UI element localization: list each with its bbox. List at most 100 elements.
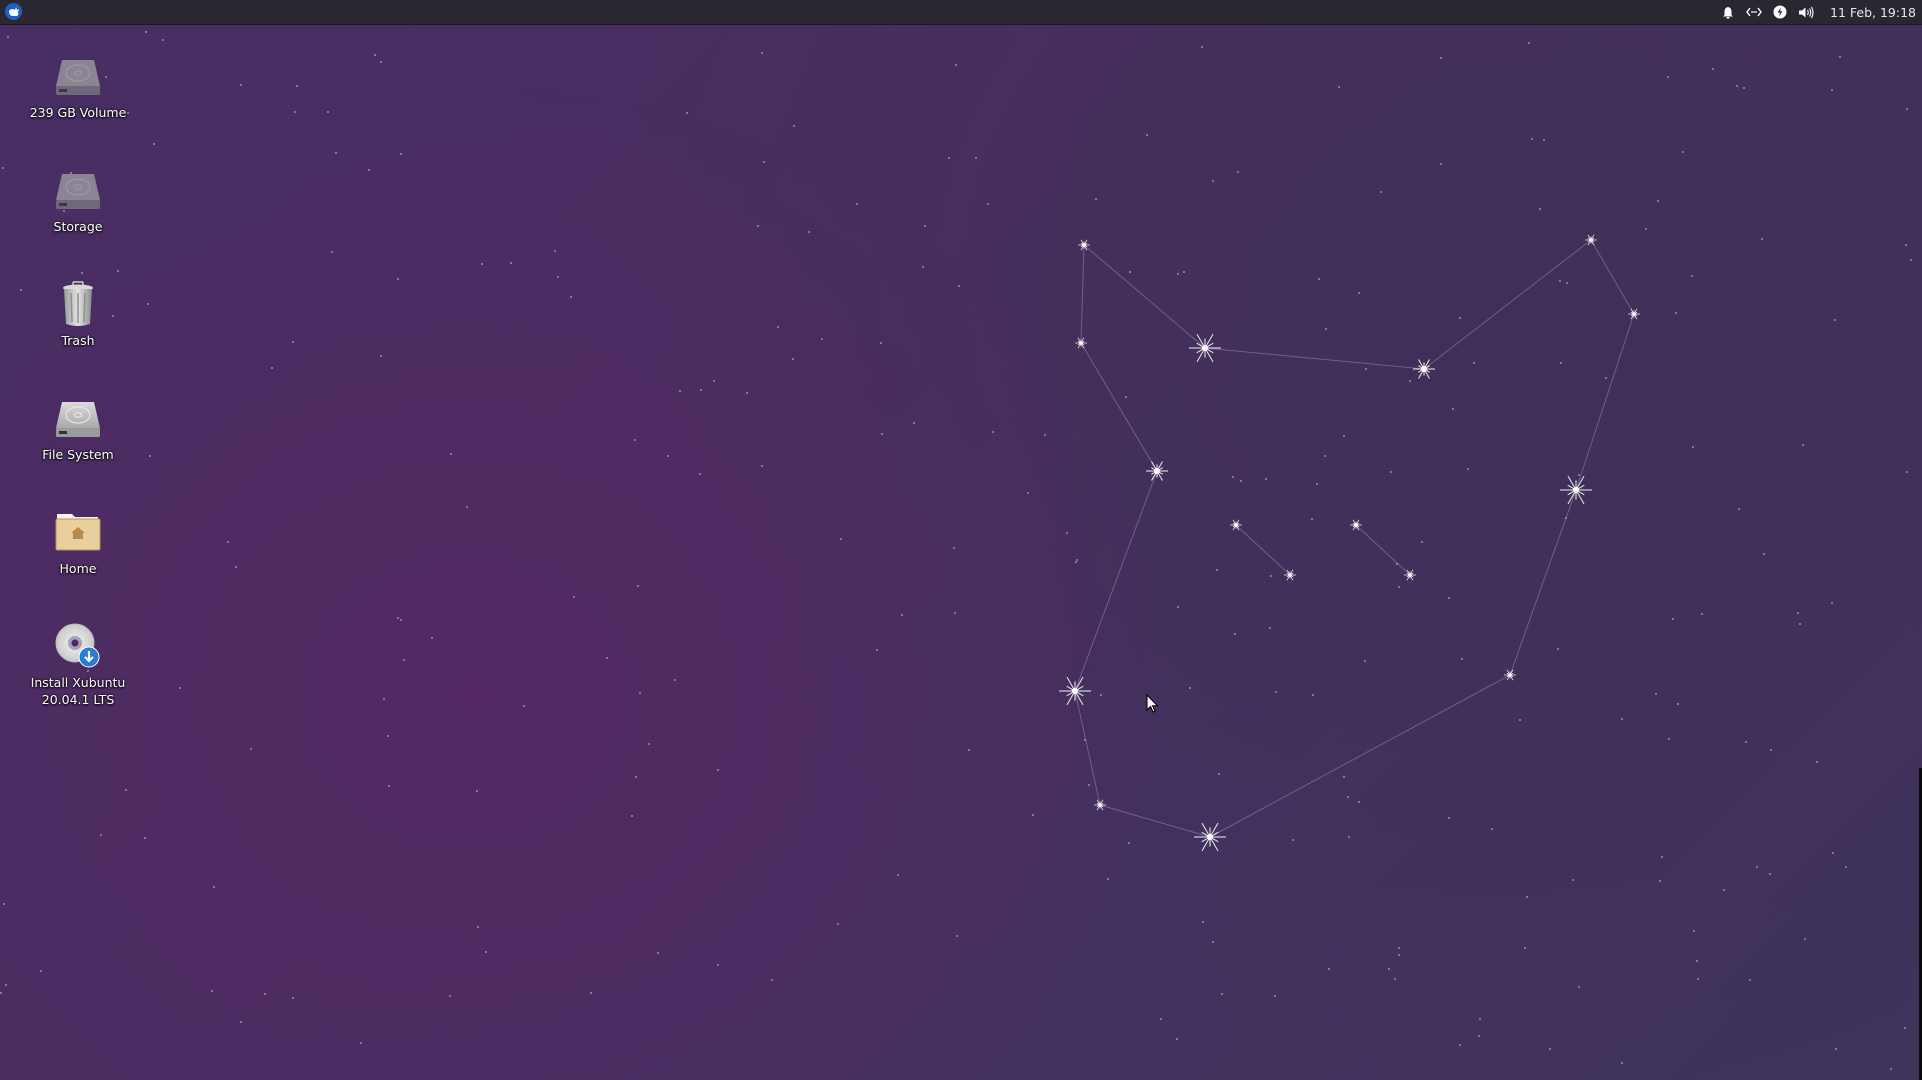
faint-star (81, 272, 83, 274)
faint-star (481, 263, 483, 265)
faint-star (292, 341, 294, 343)
faint-star (292, 997, 294, 999)
system-tray: 11 Feb, 19:18 (1716, 0, 1922, 24)
constellation-line (1080, 342, 1158, 472)
faint-star (1473, 362, 1475, 364)
faint-star (1831, 602, 1833, 604)
faint-star (1906, 471, 1908, 473)
faint-star (1338, 86, 1340, 88)
constellation-line (1074, 690, 1101, 806)
faint-star (648, 743, 650, 745)
faint-star (992, 431, 994, 433)
faint-star (1745, 741, 1747, 743)
faint-star (1769, 873, 1771, 875)
network-button[interactable] (1742, 0, 1766, 24)
faint-star (1479, 1018, 1481, 1020)
faint-star (211, 990, 213, 992)
faint-star (1578, 986, 1580, 988)
faint-star (777, 326, 779, 328)
network-disconnected-icon (1746, 7, 1762, 17)
xubuntu-mouse-icon (9, 7, 19, 16)
faint-star (1839, 56, 1841, 58)
bright-star (1413, 359, 1435, 379)
faint-star (771, 979, 773, 981)
faint-star (1906, 108, 1908, 110)
faint-star (1095, 198, 1097, 200)
faint-star (1578, 474, 1580, 476)
faint-star (387, 735, 389, 737)
faint-star (1655, 693, 1657, 695)
faint-star (235, 566, 237, 568)
faint-star (1160, 1018, 1162, 1020)
faint-star (368, 169, 370, 171)
faint-star (213, 886, 215, 888)
faint-star (403, 659, 405, 661)
power-lightning-icon (1773, 5, 1787, 19)
faint-star (1343, 776, 1345, 778)
faint-star (1763, 553, 1765, 555)
faint-star (1712, 68, 1714, 70)
faint-star (331, 251, 333, 253)
faint-star (1318, 278, 1320, 280)
faint-star (1202, 921, 1204, 923)
constellation-line (1355, 524, 1411, 576)
constellation-line (1235, 524, 1291, 576)
faint-star (2, 167, 4, 169)
faint-star (40, 970, 42, 972)
faint-star (1100, 694, 1102, 696)
whisker-menu-button[interactable] (5, 3, 22, 20)
faint-star (1621, 718, 1623, 720)
faint-star (400, 153, 402, 155)
faint-star (1491, 828, 1493, 830)
faint-star (1125, 396, 1127, 398)
volume-button[interactable] (1794, 0, 1818, 24)
faint-star (1804, 938, 1806, 940)
faint-star (1274, 995, 1276, 997)
faint-star (821, 338, 823, 340)
bright-star (1628, 308, 1640, 320)
faint-star (1128, 842, 1130, 844)
notifications-button[interactable] (1716, 0, 1740, 24)
faint-star (1107, 878, 1109, 880)
faint-star (1394, 978, 1396, 980)
faint-star (20, 289, 22, 291)
faint-star (179, 687, 181, 689)
desktop-icon-trash[interactable]: Trash (23, 280, 133, 349)
faint-star (837, 923, 839, 925)
desktop-icon-storage[interactable]: Storage (23, 166, 133, 235)
power-button[interactable] (1768, 0, 1792, 24)
faint-star (335, 152, 337, 154)
faint-star (679, 390, 681, 392)
faint-star (7, 36, 9, 38)
faint-star (1675, 312, 1677, 314)
faint-star (987, 203, 989, 205)
faint-star (1797, 612, 1799, 614)
desktop-icon-239gb-volume[interactable]: 239 GB Volume (23, 52, 133, 121)
faint-star (1183, 271, 1185, 273)
faint-star (1448, 597, 1450, 599)
faint-star (1316, 483, 1318, 485)
faint-star (792, 358, 794, 360)
faint-star (5, 984, 7, 986)
faint-star (1910, 259, 1912, 261)
faint-star (1212, 941, 1214, 943)
bell-icon (1723, 6, 1734, 19)
faint-star (901, 614, 903, 616)
desktop-icon-install-xubuntu[interactable]: Install Xubuntu 20.04.1 LTS (23, 622, 133, 708)
desktop-icon-file-system[interactable]: File System (23, 394, 133, 463)
desktop-icon-label: Install Xubuntu 20.04.1 LTS (23, 674, 133, 708)
faint-star (1146, 134, 1148, 136)
trash-icon (54, 280, 102, 328)
faint-star (1672, 618, 1674, 620)
faint-star (606, 657, 608, 659)
faint-star (271, 367, 273, 369)
faint-star (1528, 42, 1530, 44)
faint-star (1044, 434, 1046, 436)
faint-star (1816, 761, 1818, 763)
faint-star (924, 225, 926, 227)
faint-star (1657, 200, 1659, 202)
desktop[interactable] (0, 0, 1922, 1080)
clock[interactable]: 11 Feb, 19:18 (1830, 5, 1916, 20)
faint-star (1659, 880, 1661, 882)
desktop-icon-home[interactable]: Home (23, 508, 133, 577)
